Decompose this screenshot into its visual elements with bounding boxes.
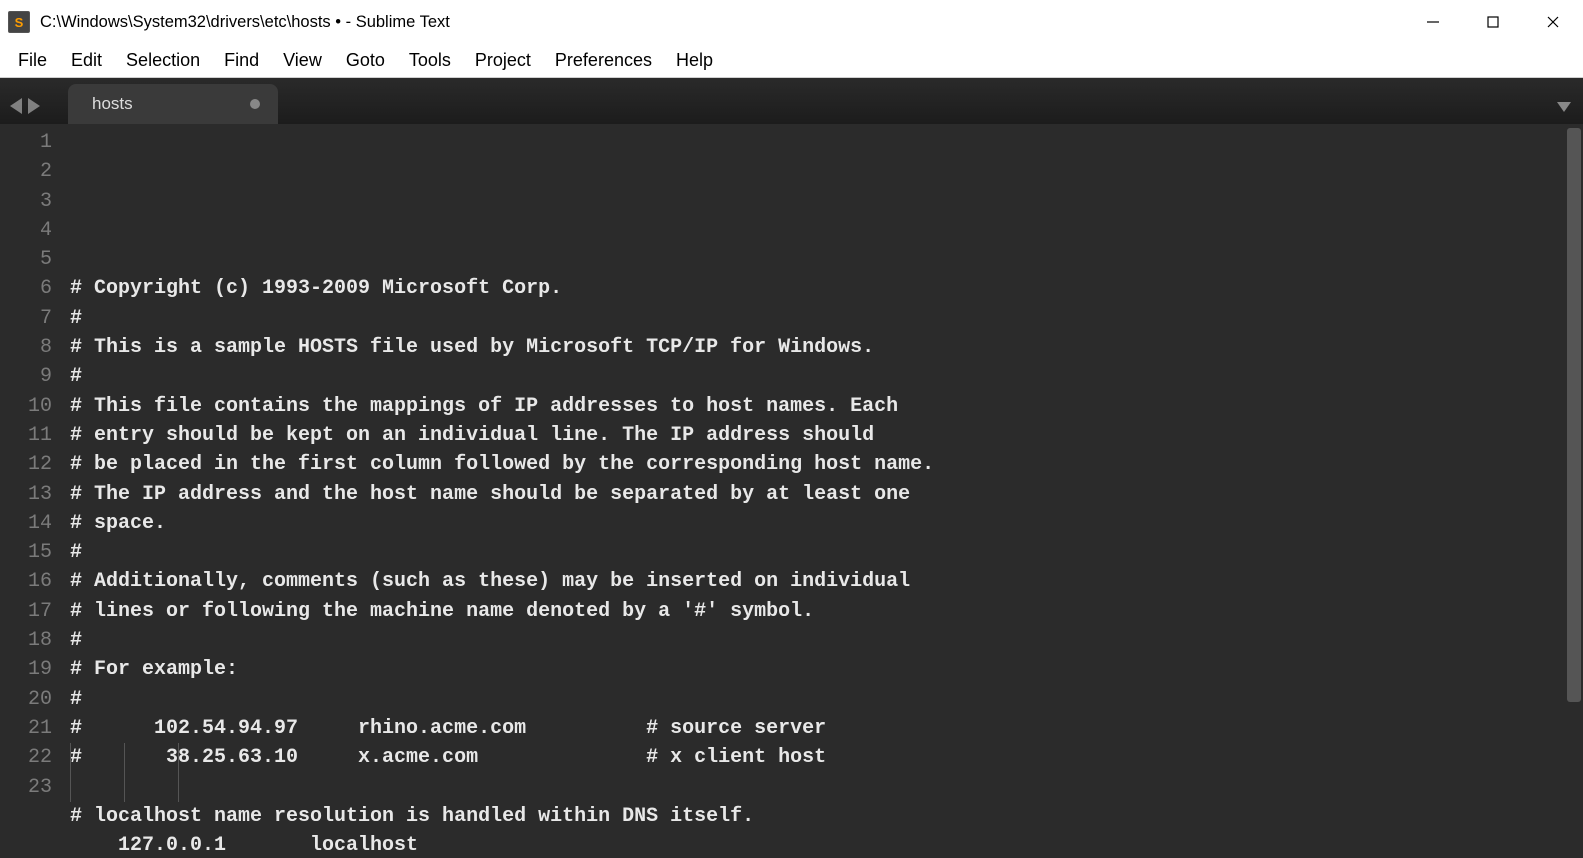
code-line[interactable]: # 102.54.94.97 rhino.acme.com # source s… xyxy=(70,714,1583,743)
code-line[interactable]: # This is a sample HOSTS file used by Mi… xyxy=(70,333,1583,362)
tab-nav-next-icon[interactable] xyxy=(28,98,40,114)
line-number: 11 xyxy=(0,421,52,450)
code-line[interactable]: # Copyright (c) 1993-2009 Microsoft Corp… xyxy=(70,274,1583,303)
code-line[interactable]: # localhost name resolution is handled w… xyxy=(70,802,1583,831)
menu-view[interactable]: View xyxy=(271,46,334,75)
line-number: 9 xyxy=(0,362,52,391)
code-line[interactable]: 127.0.0.1 localhost xyxy=(70,831,1583,858)
code-line[interactable]: # lines or following the machine name de… xyxy=(70,597,1583,626)
line-number: 15 xyxy=(0,538,52,567)
line-number: 5 xyxy=(0,245,52,274)
line-number: 10 xyxy=(0,392,52,421)
menu-file[interactable]: File xyxy=(6,46,59,75)
tab-hosts[interactable]: hosts xyxy=(68,84,278,124)
menu-preferences[interactable]: Preferences xyxy=(543,46,664,75)
menubar: File Edit Selection Find View Goto Tools… xyxy=(0,44,1583,78)
tab-nav-prev-icon[interactable] xyxy=(10,98,22,114)
code-line[interactable]: # 38.25.63.10 x.acme.com # x client host xyxy=(70,743,1583,772)
sublime-app-icon: S xyxy=(8,11,30,33)
tab-nav-arrows xyxy=(8,98,48,124)
menu-selection[interactable]: Selection xyxy=(114,46,212,75)
code-line[interactable]: # This file contains the mappings of IP … xyxy=(70,392,1583,421)
dirty-indicator-icon xyxy=(250,99,260,109)
line-number: 13 xyxy=(0,480,52,509)
indent-guide xyxy=(124,743,125,802)
code-line[interactable]: # xyxy=(70,685,1583,714)
line-number: 16 xyxy=(0,567,52,596)
tab-label: hosts xyxy=(92,94,133,114)
tab-dropdown-icon[interactable] xyxy=(1557,102,1571,112)
editor-area[interactable]: 1234567891011121314151617181920212223 # … xyxy=(0,124,1583,858)
line-number: 23 xyxy=(0,773,52,802)
code-line[interactable]: # be placed in the first column followed… xyxy=(70,450,1583,479)
minimize-icon xyxy=(1426,15,1440,29)
vertical-scrollbar[interactable] xyxy=(1567,128,1581,803)
code-line[interactable]: # xyxy=(70,626,1583,655)
line-number: 18 xyxy=(0,626,52,655)
maximize-icon xyxy=(1487,16,1499,28)
indent-guide xyxy=(70,743,71,802)
close-icon xyxy=(1546,15,1560,29)
title-left: S C:\Windows\System32\drivers\etc\hosts … xyxy=(0,11,450,33)
minimize-button[interactable] xyxy=(1403,0,1463,44)
window-title: C:\Windows\System32\drivers\etc\hosts • … xyxy=(40,13,450,32)
line-number: 12 xyxy=(0,450,52,479)
line-number: 8 xyxy=(0,333,52,362)
code-line[interactable]: # entry should be kept on an individual … xyxy=(70,421,1583,450)
titlebar: S C:\Windows\System32\drivers\etc\hosts … xyxy=(0,0,1583,44)
line-number: 3 xyxy=(0,187,52,216)
close-button[interactable] xyxy=(1523,0,1583,44)
line-number: 7 xyxy=(0,304,52,333)
code-line[interactable]: # xyxy=(70,362,1583,391)
menu-find[interactable]: Find xyxy=(212,46,271,75)
line-number: 19 xyxy=(0,655,52,684)
menu-edit[interactable]: Edit xyxy=(59,46,114,75)
code-line[interactable]: # space. xyxy=(70,509,1583,538)
window-controls xyxy=(1403,0,1583,44)
line-number-gutter: 1234567891011121314151617181920212223 xyxy=(0,124,70,858)
line-number: 2 xyxy=(0,157,52,186)
line-number: 20 xyxy=(0,685,52,714)
code-view[interactable]: # Copyright (c) 1993-2009 Microsoft Corp… xyxy=(70,124,1583,858)
code-line[interactable]: # For example: xyxy=(70,655,1583,684)
line-number: 6 xyxy=(0,274,52,303)
line-number: 17 xyxy=(0,597,52,626)
line-number: 22 xyxy=(0,743,52,772)
menu-project[interactable]: Project xyxy=(463,46,543,75)
indent-guide xyxy=(178,743,179,802)
scroll-thumb[interactable] xyxy=(1567,128,1581,702)
line-number: 4 xyxy=(0,216,52,245)
code-line[interactable]: # The IP address and the host name shoul… xyxy=(70,480,1583,509)
code-line[interactable]: # xyxy=(70,304,1583,333)
maximize-button[interactable] xyxy=(1463,0,1523,44)
code-line[interactable]: # xyxy=(70,538,1583,567)
line-number: 14 xyxy=(0,509,52,538)
menu-help[interactable]: Help xyxy=(664,46,725,75)
line-number: 1 xyxy=(0,128,52,157)
tabstrip: hosts xyxy=(0,78,1583,124)
code-line[interactable]: # Additionally, comments (such as these)… xyxy=(70,567,1583,596)
menu-tools[interactable]: Tools xyxy=(397,46,463,75)
code-line[interactable] xyxy=(70,773,1583,802)
menu-goto[interactable]: Goto xyxy=(334,46,397,75)
line-number: 21 xyxy=(0,714,52,743)
